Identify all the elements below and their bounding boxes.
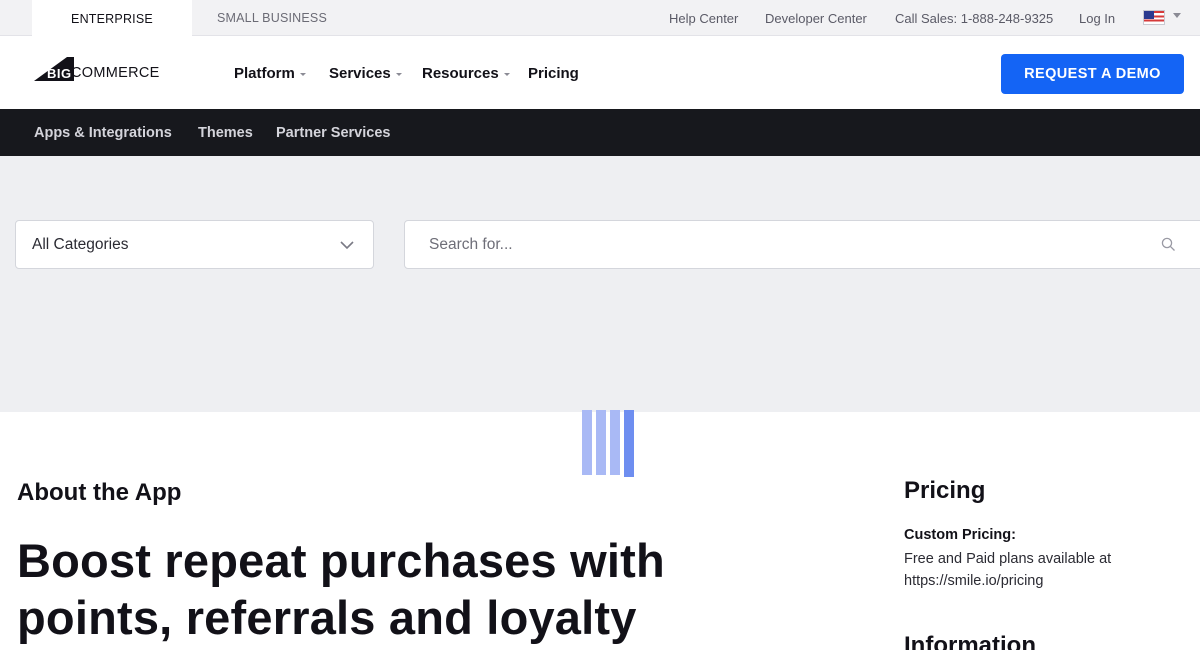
pricing-label: Custom Pricing: <box>904 527 1016 543</box>
loader-bar <box>582 410 592 475</box>
nav-pricing-label: Pricing <box>528 64 579 82</box>
category-select[interactable]: All Categories <box>15 220 374 269</box>
request-demo-button[interactable]: REQUEST A DEMO <box>1001 54 1184 94</box>
log-in-link[interactable]: Log In <box>1079 0 1115 36</box>
developer-center-link[interactable]: Developer Center <box>765 0 867 36</box>
chevron-down-icon <box>340 241 354 250</box>
loader-bar <box>596 410 606 475</box>
nav-resources-label: Resources <box>422 64 499 82</box>
search-band: All Categories <box>0 156 1200 412</box>
call-sales-link[interactable]: Call Sales: 1-888-248-9325 <box>895 0 1053 36</box>
logo-text-big: BIG <box>47 66 72 81</box>
search-input[interactable] <box>429 221 1129 268</box>
category-select-value: All Categories <box>32 235 129 253</box>
subnav-apps-integrations[interactable]: Apps & Integrations <box>34 109 172 156</box>
loader-bar <box>610 410 620 475</box>
main-header: BIG COMMERCE Platform Services Resources… <box>0 37 1200 109</box>
caret-down-icon <box>503 72 510 76</box>
utility-bar: ENTERPRISE SMALL BUSINESS Help Center De… <box>0 0 1200 37</box>
caret-down-icon <box>299 72 306 76</box>
bigcommerce-logo[interactable]: BIG COMMERCE <box>34 55 174 85</box>
marketplace-subnav: Apps & Integrations Themes Partner Servi… <box>0 109 1200 156</box>
loading-indicator <box>582 410 634 477</box>
pricing-text: Free and Paid plans available at https:/… <box>904 551 1112 589</box>
subnav-themes[interactable]: Themes <box>198 109 253 156</box>
caret-down-icon <box>395 72 402 76</box>
logo-text-commerce: COMMERCE <box>71 65 160 81</box>
about-app-heading: About the App <box>17 479 182 506</box>
nav-resources[interactable]: Resources <box>422 37 510 109</box>
us-flag-icon[interactable] <box>1143 10 1165 25</box>
pricing-heading: Pricing <box>904 477 986 504</box>
segment-enterprise[interactable]: ENTERPRISE <box>32 0 192 37</box>
nav-platform[interactable]: Platform <box>234 37 306 109</box>
nav-services[interactable]: Services <box>329 37 402 109</box>
subnav-partner-services[interactable]: Partner Services <box>276 109 390 156</box>
help-center-link[interactable]: Help Center <box>669 0 738 36</box>
search-icon[interactable] <box>1161 237 1176 252</box>
segment-small-business[interactable]: SMALL BUSINESS <box>192 0 352 36</box>
nav-pricing[interactable]: Pricing <box>528 37 579 109</box>
app-headline: Boost repeat purchases with points, refe… <box>17 534 665 644</box>
nav-services-label: Services <box>329 64 391 82</box>
loader-bar <box>624 410 634 477</box>
information-heading: Information <box>904 632 1036 650</box>
nav-platform-label: Platform <box>234 64 295 82</box>
chevron-down-icon[interactable] <box>1173 13 1181 18</box>
search-box[interactable] <box>404 220 1200 269</box>
